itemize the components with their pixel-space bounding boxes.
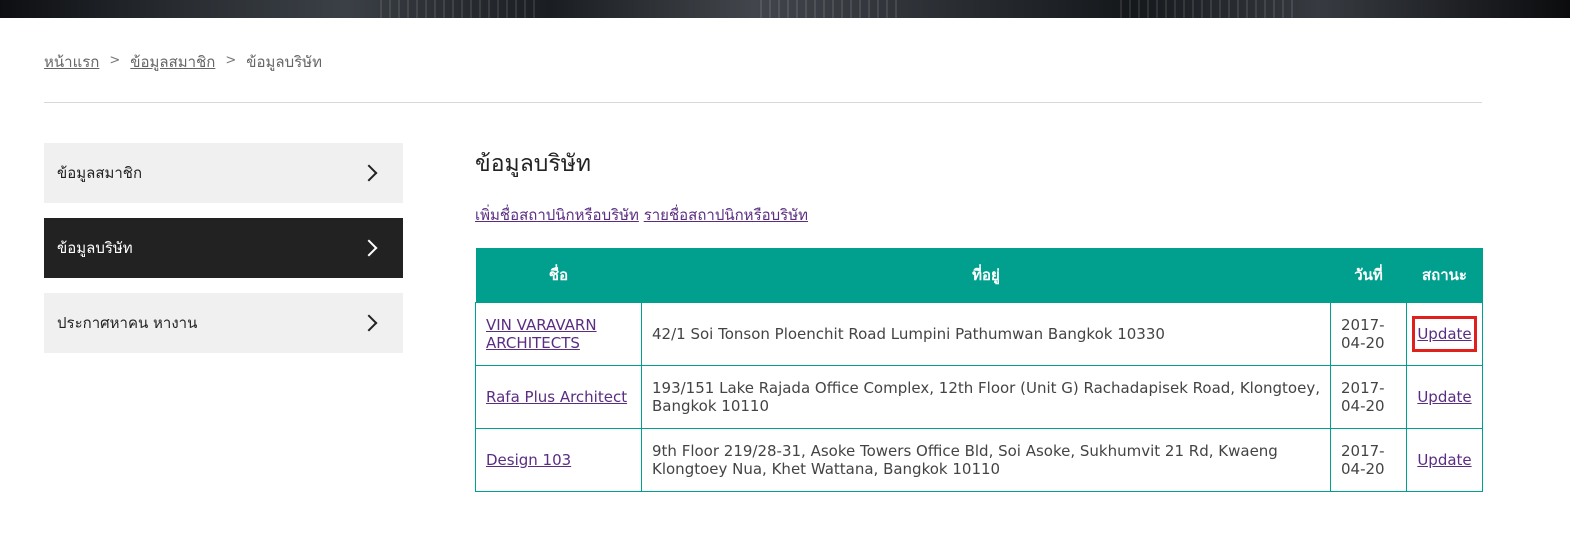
company-name-cell: VIN VARAVARN ARCHITECTS: [475, 302, 642, 366]
hero-building-texture: [380, 0, 540, 18]
update-link[interactable]: Update: [1417, 388, 1471, 406]
highlight-box: Update: [1412, 316, 1477, 352]
company-name-cell: Design 103: [475, 428, 642, 492]
status-cell: Update: [1406, 428, 1483, 492]
table-row: Design 103 9th Floor 219/28-31, Asoke To…: [475, 428, 1483, 492]
company-name-link[interactable]: Design 103: [486, 451, 571, 469]
column-header-address: ที่อยู่: [641, 248, 1331, 303]
date-cell: 2017-04-20: [1330, 365, 1407, 429]
table-row: Rafa Plus Architect 193/151 Lake Rajada …: [475, 365, 1483, 429]
address-cell: 42/1 Soi Tonson Ploenchit Road Lumpini P…: [641, 302, 1331, 366]
update-link[interactable]: Update: [1417, 325, 1471, 343]
column-header-name: ชื่อ: [475, 248, 642, 303]
chevron-right-icon: [360, 164, 378, 182]
sidebar-item-member-info[interactable]: ข้อมูลสมาชิก: [44, 143, 403, 203]
date-cell: 2017-04-20: [1330, 302, 1407, 366]
action-links: เพิ่มชื่อสถาปนิกหรือบริษัท รายชื่อสถาปนิ…: [475, 203, 1482, 227]
address-cell: 193/151 Lake Rajada Office Complex, 12th…: [641, 365, 1331, 429]
hero-building-texture: [760, 0, 900, 18]
page-title: ข้อมูลบริษัท: [475, 151, 592, 177]
breadcrumb-member-link[interactable]: ข้อมูลสมาชิก: [130, 50, 215, 74]
sidebar-item-label: ข้อมูลสมาชิก: [57, 164, 143, 182]
company-name-cell: Rafa Plus Architect: [475, 365, 642, 429]
main-content: ข้อมูลบริษัท เพิ่มชื่อสถาปนิกหรือบริษัท …: [475, 143, 1483, 492]
table-row: VIN VARAVARN ARCHITECTS 42/1 Soi Tonson …: [475, 302, 1483, 366]
column-header-date: วันที่: [1330, 248, 1407, 303]
sidebar-item-label: ประกาศหาคน หางาน: [57, 314, 198, 332]
column-header-status: สถานะ: [1406, 248, 1483, 303]
hero-building-texture: [1120, 0, 1300, 18]
table-header-row: ชื่อ ที่อยู่ วันที่ สถานะ: [475, 248, 1483, 303]
company-name-link[interactable]: VIN VARAVARN ARCHITECTS: [486, 316, 597, 352]
sidebar-item-job-board[interactable]: ประกาศหาคน หางาน: [44, 293, 403, 353]
add-company-link[interactable]: เพิ่มชื่อสถาปนิกหรือบริษัท: [475, 206, 639, 224]
update-link[interactable]: Update: [1417, 451, 1471, 469]
breadcrumb-divider: [44, 102, 1482, 103]
status-cell: Update: [1406, 302, 1483, 366]
breadcrumb-separator: >: [109, 52, 121, 68]
chevron-right-icon: [360, 314, 378, 332]
breadcrumb-current: ข้อมูลบริษัท: [246, 53, 322, 71]
sidebar-item-company-info[interactable]: ข้อมูลบริษัท: [44, 218, 403, 278]
hero-banner-strip: [0, 0, 1570, 18]
chevron-right-icon: [360, 239, 378, 257]
breadcrumb: หน้าแรก > ข้อมูลสมาชิก > ข้อมูลบริษัท: [44, 50, 322, 74]
status-cell: Update: [1406, 365, 1483, 429]
company-table: ชื่อ ที่อยู่ วันที่ สถานะ VIN VARAVARN A…: [475, 248, 1483, 492]
sidebar: ข้อมูลสมาชิก ข้อมูลบริษัท ประกาศหาคน หาง…: [44, 143, 403, 368]
date-cell: 2017-04-20: [1330, 428, 1407, 492]
company-name-link[interactable]: Rafa Plus Architect: [486, 388, 627, 406]
address-cell: 9th Floor 219/28-31, Asoke Towers Office…: [641, 428, 1331, 492]
company-list-link[interactable]: รายชื่อสถาปนิกหรือบริษัท: [644, 206, 808, 224]
breadcrumb-home-link[interactable]: หน้าแรก: [44, 50, 99, 74]
breadcrumb-separator: >: [225, 52, 237, 68]
sidebar-item-label: ข้อมูลบริษัท: [57, 239, 133, 257]
